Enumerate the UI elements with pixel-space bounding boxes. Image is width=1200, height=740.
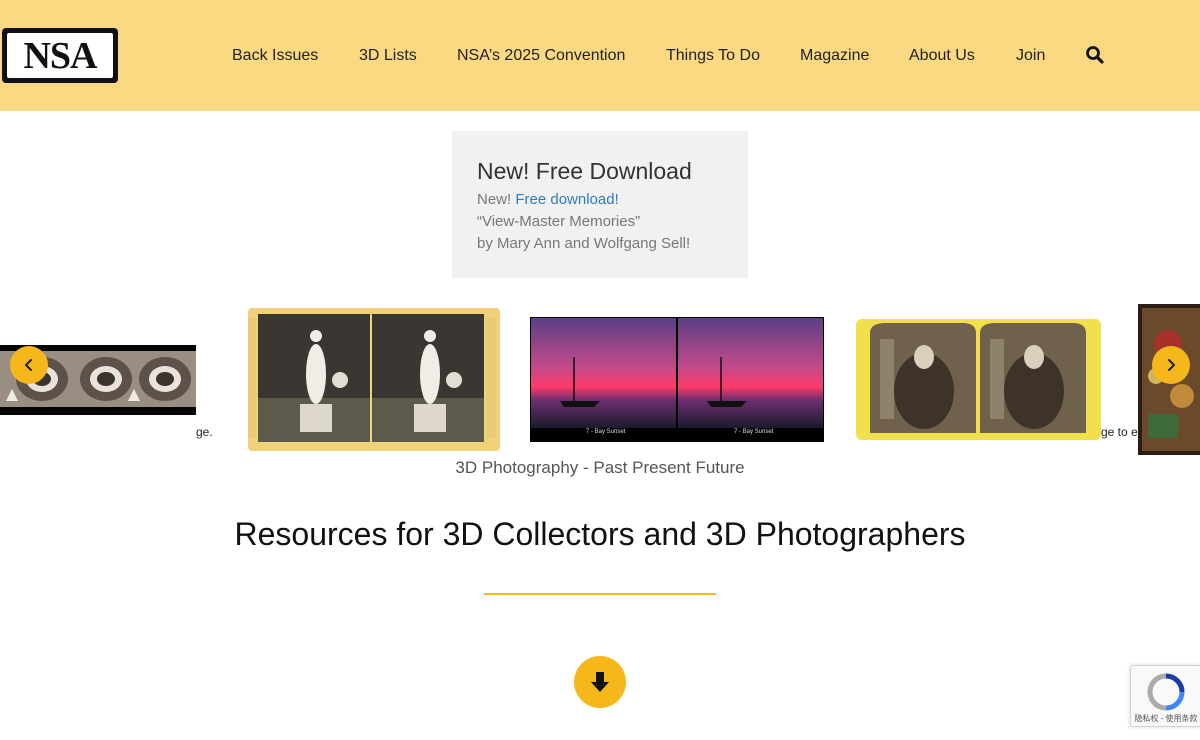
free-download-link[interactable]: Free download! [515,191,618,208]
carousel-slide-3[interactable]: 7 - Bay Sunset 7 - Bay Sunset [530,317,824,442]
download-line-2: “View-Master Memories” [477,213,641,230]
image-carousel: ge. 7 - Bay Sunset 7 - Bay Sunset ge to … [0,300,1200,460]
nsa-logo[interactable]: NSA [2,28,118,83]
nav-3d-lists[interactable]: 3D Lists [359,45,417,67]
download-title: New! Free Download [477,158,692,184]
chevron-left-icon [25,359,32,371]
carousel-slide-2[interactable] [248,308,500,451]
recaptcha-terms[interactable]: 隐私权 - 使用条款 [1131,713,1200,724]
nav-about-us[interactable]: About Us [909,45,975,67]
slide-3-label-right: 7 - Bay Sunset [734,429,774,435]
slide-3-label-left: 7 - Bay Sunset [586,429,626,435]
nav-magazine[interactable]: Magazine [800,45,869,67]
heading-divider [484,593,716,595]
nav-back-issues[interactable]: Back Issues [232,45,318,67]
recaptcha-badge[interactable]: 隐私权 - 使用条款 [1130,665,1200,727]
carousel-slide-4[interactable] [856,319,1101,440]
download-line-1: New! Free download! [477,189,748,211]
logo-inner: NSA [7,33,113,78]
slide-1-caption-fragment: ge. [196,425,213,439]
chevron-right-icon [1168,359,1175,371]
nav-join[interactable]: Join [1016,45,1045,67]
site-header: NSA Back Issues 3D Lists NSA’s 2025 Conv… [0,0,1200,111]
logo-text: NSA [23,34,97,77]
search-icon[interactable] [1085,45,1105,65]
scroll-down-button[interactable] [574,656,626,708]
recaptcha-icon [1147,673,1185,711]
download-line-3: by Mary Ann and Wolfgang Sell! [477,235,691,252]
nav-things-to-do[interactable]: Things To Do [666,45,760,67]
download-prefix: New! [477,191,516,208]
free-download-box: New! Free Download New! Free download! “… [452,131,748,278]
slide-4-caption-fragment: ge to e [1101,425,1138,439]
nav-convention[interactable]: NSA’s 2025 Convention [457,45,625,67]
arrow-down-icon [591,672,609,692]
carousel-caption: 3D Photography - Past Present Future [455,458,745,477]
page-heading: Resources for 3D Collectors and 3D Photo… [234,516,966,552]
carousel-prev-button[interactable] [10,346,48,384]
carousel-next-button[interactable] [1152,346,1190,384]
